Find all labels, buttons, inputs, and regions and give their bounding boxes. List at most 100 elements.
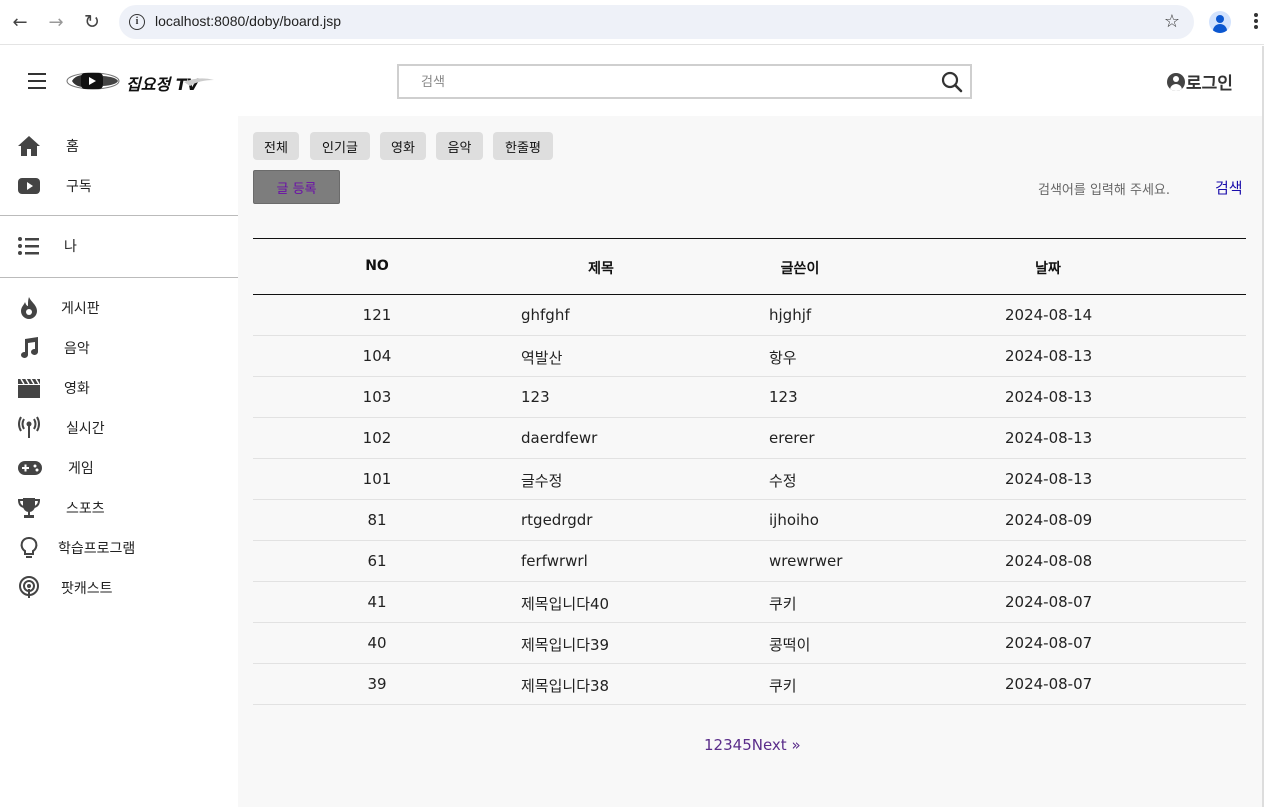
sidebar-item-home[interactable]: 홈 (0, 129, 238, 163)
sidebar-item-movie[interactable]: 영화 (0, 371, 238, 405)
page-link-4[interactable]: 4 (733, 736, 743, 754)
search-input[interactable] (409, 71, 929, 93)
sidebar-item-learning[interactable]: 학습프로그램 (0, 531, 238, 565)
table-row[interactable]: 41 제목입니다40 쿠키 2024-08-07 (253, 582, 1246, 623)
cell-author: 콩떡이 (769, 636, 811, 654)
cell-no: 102 (362, 429, 392, 447)
browser-menu-icon[interactable] (1249, 13, 1263, 31)
cell-no: 40 (367, 634, 387, 652)
back-icon[interactable]: ← (8, 10, 32, 34)
cell-author: 쿠키 (769, 677, 797, 695)
cell-date: 2024-08-07 (1005, 675, 1093, 693)
address-bar[interactable]: i localhost:8080/doby/board.jsp ☆ (119, 5, 1194, 39)
profile-avatar-icon[interactable] (1209, 11, 1231, 33)
search-bar (397, 64, 972, 99)
login-button[interactable]: 로그인 (1167, 69, 1233, 94)
cell-title[interactable]: 제목입니다39 (521, 634, 609, 655)
table-row[interactable]: 40 제목입니다39 콩떡이 2024-08-07 (253, 623, 1246, 664)
board-main: 전체 인기글 영화 음악 한줄평 글 등록 검색어를 입력해 주세요. 검색 N… (238, 116, 1262, 807)
logo-play-icon (66, 72, 120, 90)
cell-title[interactable]: 123 (521, 388, 550, 406)
cell-date: 2024-08-09 (1005, 511, 1093, 529)
app-header: 집요정 TV 로그인 (0, 46, 1262, 116)
cell-date: 2024-08-13 (1005, 347, 1093, 365)
cell-date: 2024-08-13 (1005, 470, 1093, 488)
table-body: 121 ghfghf hjghjf 2024-08-14 104 역발산 항우 2024-08… (253, 295, 1246, 705)
category-review-button[interactable]: 한줄평 (493, 132, 553, 160)
cell-title[interactable]: 글수정 (521, 470, 562, 491)
cell-title[interactable]: ferfwrwrl (521, 552, 588, 570)
browser-toolbar: ← → ↻ i localhost:8080/doby/board.jsp ☆ (0, 0, 1264, 45)
cell-title[interactable]: daerdfewr (521, 429, 597, 447)
cell-author: 항우 (769, 349, 797, 367)
sidebar-item-label: 스포츠 (66, 501, 105, 517)
sidebar-item-label: 음악 (64, 341, 90, 357)
cell-title[interactable]: 역발산 (521, 347, 562, 368)
table-row[interactable]: 103 123 123 2024-08-13 (253, 377, 1246, 418)
table-row[interactable]: 101 글수정 수정 2024-08-13 (253, 459, 1246, 500)
search-icon[interactable] (940, 70, 964, 94)
sidebar-item-label: 실시간 (66, 421, 105, 437)
column-header-date: 날짜 (1035, 261, 1061, 277)
sidebar-item-game[interactable]: 게임 (0, 451, 238, 485)
cell-title[interactable]: 제목입니다40 (521, 593, 609, 614)
cell-date: 2024-08-07 (1005, 634, 1093, 652)
category-all-button[interactable]: 전체 (253, 132, 299, 160)
page-link-5[interactable]: 5 (742, 736, 752, 754)
table-row[interactable]: 81 rtgedrgdr ijhoiho 2024-08-09 (253, 500, 1246, 541)
subscription-icon (18, 178, 40, 194)
cell-author: wrewrwer (769, 552, 843, 570)
cell-date: 2024-08-08 (1005, 552, 1093, 570)
sidebar-item-me[interactable]: 나 (0, 229, 238, 263)
category-music-button[interactable]: 음악 (436, 132, 483, 160)
board-search-hint[interactable]: 검색어를 입력해 주세요. (1038, 179, 1170, 198)
site-logo[interactable]: 집요정 TV (66, 68, 216, 94)
home-icon (18, 136, 40, 156)
sidebar-item-label: 학습프로그램 (58, 541, 136, 557)
sidebar-item-label: 나 (64, 239, 77, 255)
music-icon (21, 337, 38, 358)
forward-icon[interactable]: → (44, 10, 68, 34)
cell-title[interactable]: ghfghf (521, 306, 570, 324)
cell-no: 104 (362, 347, 392, 365)
sidebar-item-sports[interactable]: 스포츠 (0, 491, 238, 525)
category-popular-button[interactable]: 인기글 (310, 132, 370, 160)
table-row[interactable]: 61 ferfwrwrl wrewrwer 2024-08-08 (253, 541, 1246, 582)
reload-icon[interactable]: ↻ (80, 10, 104, 34)
table-row[interactable]: 104 역발산 항우 2024-08-13 (253, 336, 1246, 377)
sidebar-item-label: 구독 (66, 179, 92, 195)
category-movie-button[interactable]: 영화 (380, 132, 426, 160)
sidebar-item-podcast[interactable]: 팟캐스트 (0, 571, 238, 605)
next-page-link[interactable]: Next » (752, 736, 801, 754)
lightbulb-icon (20, 537, 38, 558)
cell-no: 61 (367, 552, 387, 570)
hamburger-menu-icon[interactable] (28, 73, 46, 89)
table-row[interactable]: 39 제목입니다38 쿠키 2024-08-07 (253, 664, 1246, 705)
bookmark-star-icon[interactable]: ☆ (1164, 11, 1180, 32)
sidebar-item-live[interactable]: 실시간 (0, 411, 238, 445)
pagination: 1 2 3 4 5 Next » (704, 736, 801, 754)
url-text[interactable]: localhost:8080/doby/board.jsp (155, 13, 341, 29)
cell-title[interactable]: 제목입니다38 (521, 675, 609, 696)
cell-no: 103 (362, 388, 392, 406)
user-circle-icon (1167, 72, 1185, 91)
cell-no: 81 (367, 511, 387, 529)
sidebar-item-music[interactable]: 음악 (0, 331, 238, 365)
sidebar-item-label: 팟캐스트 (61, 581, 113, 597)
sidebar-item-subscription[interactable]: 구독 (0, 169, 238, 203)
page-link-3[interactable]: 3 (723, 736, 733, 754)
site-info-icon[interactable]: i (129, 14, 145, 30)
table-row[interactable]: 121 ghfghf hjghjf 2024-08-14 (253, 295, 1246, 336)
cell-title[interactable]: rtgedrgdr (521, 511, 592, 529)
page-link-1[interactable]: 1 (704, 736, 714, 754)
write-post-button[interactable]: 글 등록 (253, 170, 340, 204)
board-search-link[interactable]: 검색 (1215, 177, 1243, 198)
table-row[interactable]: 102 daerdfewr ererer 2024-08-13 (253, 418, 1246, 459)
sidebar-item-board[interactable]: 게시판 (0, 291, 238, 325)
logo-wing-icon (184, 78, 214, 86)
cell-no: 121 (362, 306, 392, 324)
cell-date: 2024-08-07 (1005, 593, 1093, 611)
column-header-title: 제목 (588, 261, 614, 277)
page-link-2[interactable]: 2 (714, 736, 724, 754)
login-label: 로그인 (1186, 74, 1233, 94)
